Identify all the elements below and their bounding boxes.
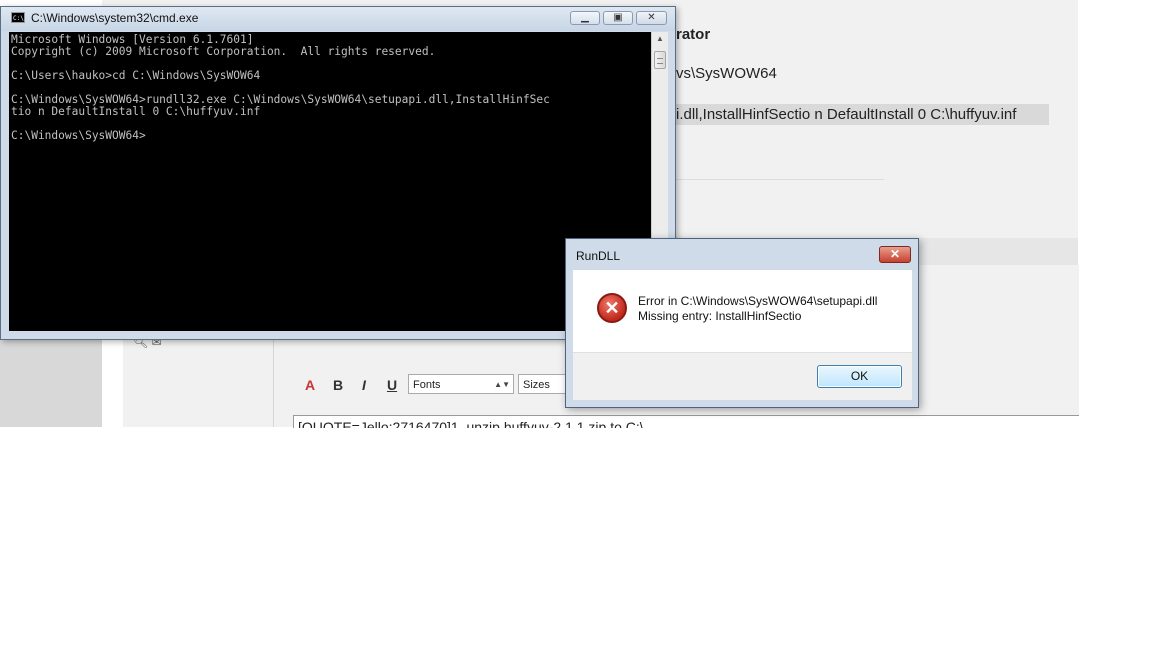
error-icon: ✕: [597, 293, 627, 323]
background-highlighted-text: i.dll,InstallHinfSectio n DefaultInstall…: [676, 104, 1049, 125]
error-message-line: Error in C:\Windows\SysWOW64\setupapi.dl…: [638, 294, 878, 308]
bold-button[interactable]: B: [328, 375, 348, 395]
remove-format-icon[interactable]: A: [300, 375, 320, 395]
message-textarea[interactable]: [QUOTE=Jello;2716470]1. unzip huffyuv-2.…: [293, 415, 1079, 428]
console-text: Microsoft Windows [Version 6.1.7601] Cop…: [11, 33, 550, 142]
scroll-up-icon[interactable]: ▲: [652, 32, 668, 46]
rundll-error-dialog: RunDLL ✕ ✕ Error in C:\Windows\SysWOW64\…: [565, 238, 919, 408]
cmd-app-icon: C:\: [11, 12, 25, 23]
cmd-titlebar[interactable]: C:\ C:\Windows\system32\cmd.exe ▁ ▣ ✕: [1, 7, 675, 31]
select-arrow-icon: ▲▼: [494, 380, 510, 389]
dialog-title: RunDLL: [576, 249, 621, 263]
console-output[interactable]: Microsoft Windows [Version 6.1.7601] Cop…: [9, 32, 651, 331]
background-left-panel: [0, 340, 102, 427]
sizes-select[interactable]: Sizes: [518, 374, 568, 394]
italic-button[interactable]: I: [354, 375, 374, 395]
maximize-button[interactable]: ▣: [603, 11, 633, 25]
fonts-select[interactable]: Fonts ▲▼: [408, 374, 514, 394]
background-username: rator: [676, 26, 711, 43]
close-button[interactable]: ✕: [636, 11, 667, 25]
dialog-body: ✕ Error in C:\Windows\SysWOW64\setupapi.…: [573, 270, 912, 352]
background-sidebar: [123, 340, 273, 427]
missing-entry-line: Missing entry: InstallHinfSectio: [638, 309, 802, 323]
close-icon: ✕: [647, 12, 656, 23]
minimize-icon: ▁: [581, 12, 589, 23]
background-path-text: vs\SysWOW64: [676, 65, 777, 82]
dialog-footer: OK: [573, 352, 912, 400]
minimize-button[interactable]: ▁: [570, 11, 600, 25]
background-separator: [676, 179, 884, 180]
ok-button[interactable]: OK: [817, 365, 902, 388]
maximize-icon: ▣: [613, 12, 623, 23]
dialog-message: Error in C:\Windows\SysWOW64\setupapi.dl…: [638, 294, 877, 324]
background-divider: [102, 340, 123, 427]
scrollbar-thumb[interactable]: [654, 51, 666, 69]
dialog-close-button[interactable]: ✕: [879, 246, 911, 263]
close-icon: ✕: [889, 247, 901, 261]
underline-button[interactable]: U: [382, 375, 402, 395]
cmd-window-title: C:\Windows\system32\cmd.exe: [31, 11, 199, 25]
